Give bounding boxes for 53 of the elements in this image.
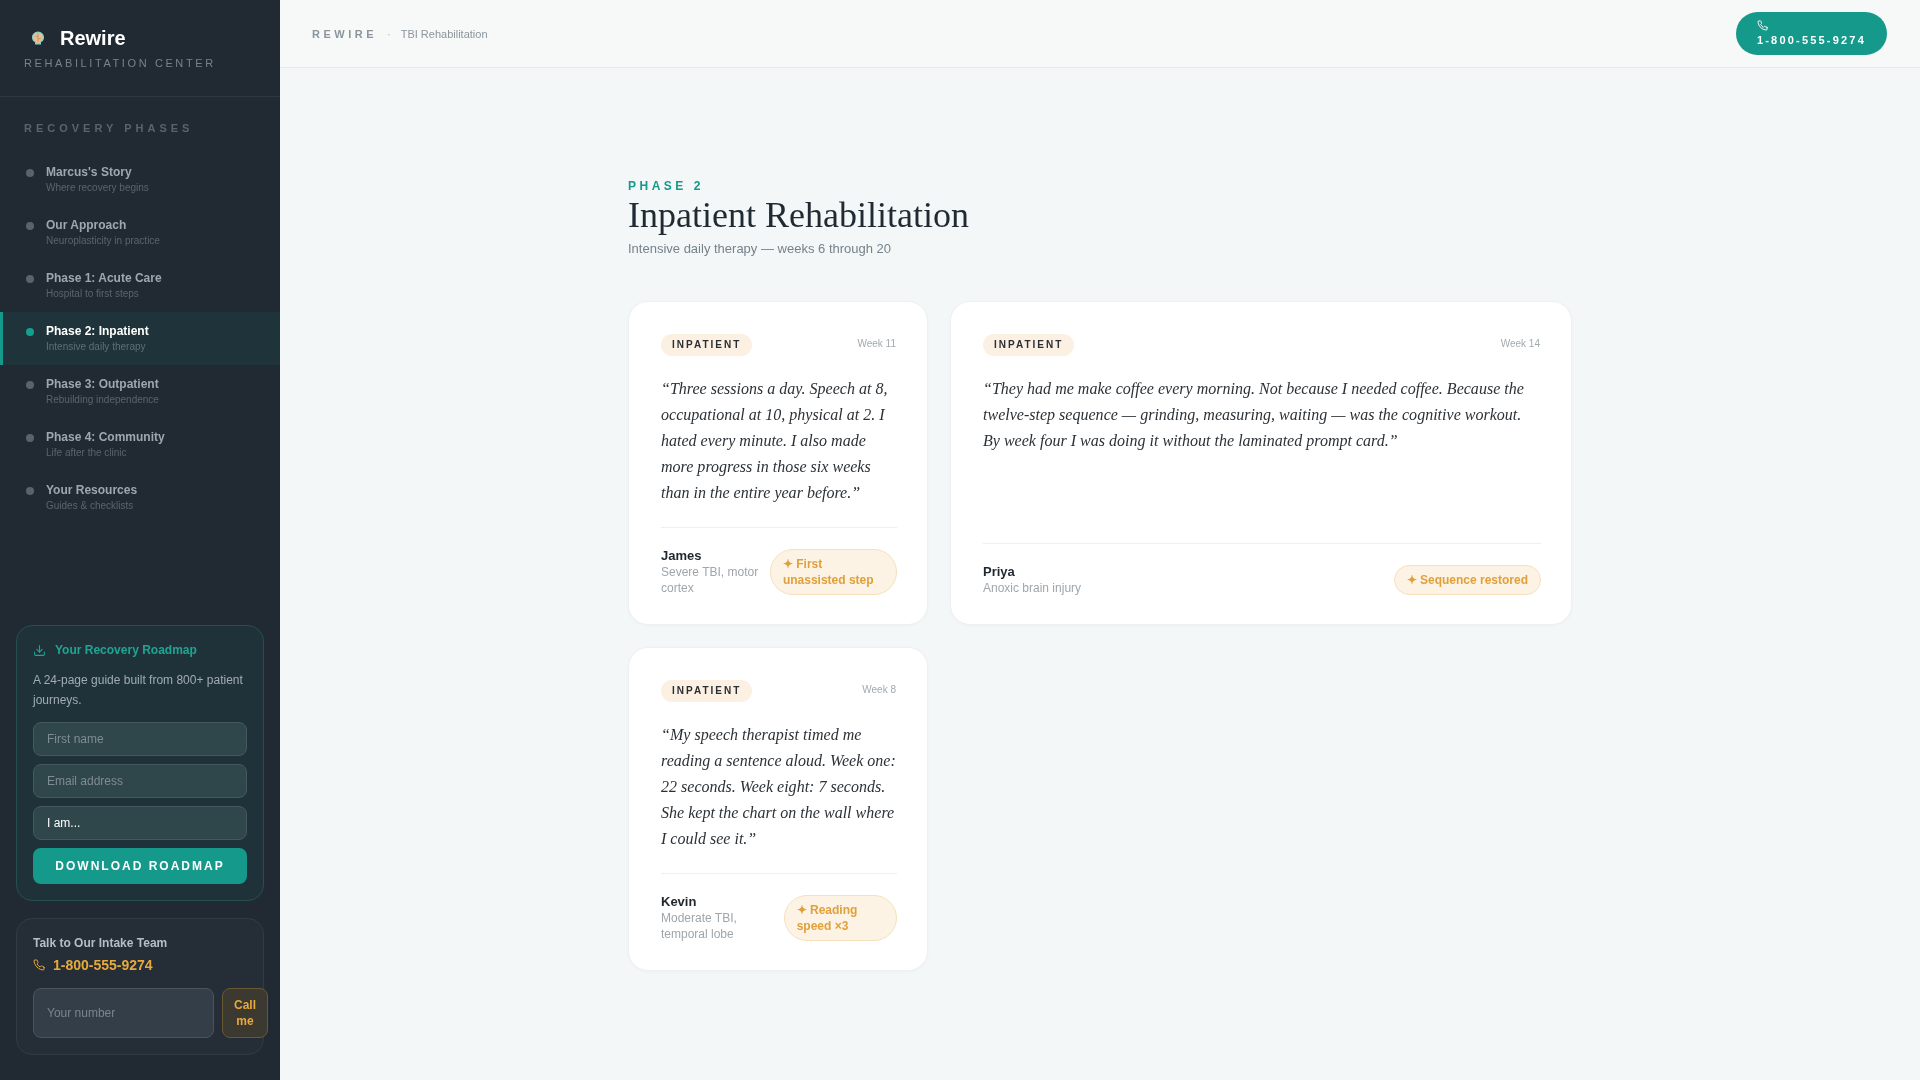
select-field[interactable]: I am...	[33, 806, 247, 840]
nav-item[interactable]: Phase 3: Outpatient Rebuilding independence	[0, 365, 280, 418]
dot-icon	[26, 169, 34, 177]
phase-tag: INPATIENT	[983, 334, 1075, 356]
download-button[interactable]: DOWNLOAD ROADMAP	[33, 848, 247, 884]
roadmap-title: Your Recovery Roadmap	[55, 642, 197, 658]
input-field[interactable]: First name	[33, 722, 247, 756]
quote-text: “They had me make coffee every morning. Not because I needed coffee. Because the twelve-step sequence — grinding, measuring, waiting — was the cognitive workout. By week four I was doing it without the laminated prompt card.”	[983, 379, 1525, 452]
download-icon	[33, 643, 46, 657]
dot-icon	[26, 434, 34, 442]
brand-name: Rewire	[60, 26, 126, 50]
section-title: RECOVERY PHASES	[24, 121, 194, 135]
dot-icon	[26, 275, 34, 283]
breadcrumb-current: TBI Rehabilitation	[400, 27, 488, 40]
dot-icon	[26, 487, 34, 495]
phase-tag: INPATIENT	[661, 334, 753, 356]
milestone-tag: ✦ Sequence restored	[1393, 565, 1541, 595]
phone-button[interactable]: 1-800-555-9274	[1735, 12, 1887, 55]
nav-item[interactable]: Marcus's Story Where recovery begins	[0, 153, 280, 206]
condition-text: Anoxic brain injury	[983, 580, 1082, 596]
input-field[interactable]: Email address	[33, 764, 247, 798]
condition-text: Moderate TBI, temporal lobe	[661, 910, 738, 942]
intake-title: Talk to Our Intake Team	[33, 935, 168, 951]
brand-tagline: REHABILITATION CENTER	[24, 56, 216, 70]
phone-field[interactable]: Your number	[33, 988, 214, 1038]
week-label: Week 14	[1500, 338, 1540, 350]
patient-name: Kevin	[661, 894, 698, 910]
phone-icon	[1756, 20, 1768, 31]
dot-icon	[26, 328, 34, 336]
roadmap-description: A 24-page guide built from 800+ patient journeys.	[33, 672, 244, 709]
brain-icon	[31, 31, 45, 45]
nav-item[interactable]: Your Resources Guides & checklists	[0, 471, 280, 524]
week-label: Week 11	[857, 338, 896, 350]
phase-label: PHASE 2	[628, 178, 704, 194]
page-subtitle: Intensive daily therapy — weeks 6 through 20	[628, 240, 892, 258]
quote-text: “Three sessions a day. Speech at 8, occupational at 10, physical at 2. I hated every minute. I also made more progress in those six weeks than in the entire year before.”	[661, 379, 889, 504]
nav-item[interactable]: Phase 2: Inpatient Intensive daily therapy	[0, 312, 280, 365]
condition-text: Severe TBI, motor cortex	[661, 564, 760, 596]
breadcrumb-brand: REWIRE	[312, 27, 377, 40]
phone-icon	[33, 959, 45, 971]
dot-icon	[26, 381, 34, 389]
dot-icon	[26, 222, 34, 230]
breadcrumb-separator: ·	[387, 27, 391, 40]
call-button[interactable]: Call me	[222, 988, 268, 1038]
milestone-tag: ✦ Reading speed ×3	[783, 895, 897, 941]
quote-text: “My speech therapist timed me reading a sentence aloud. Week one: 22 seconds. Week eight: 7 seconds. She kept the chart on the wall where I could see it.”	[661, 725, 897, 849]
milestone-tag: ✦ First unassisted step	[769, 549, 897, 595]
phone-link[interactable]: 1-800-555-9274	[53, 956, 153, 974]
page-title: Inpatient Rehabilitation	[628, 194, 969, 237]
patient-name: James	[661, 548, 703, 564]
phase-tag: INPATIENT	[661, 680, 753, 702]
week-label: Week 8	[862, 684, 896, 696]
patient-name: Priya	[983, 564, 1016, 580]
